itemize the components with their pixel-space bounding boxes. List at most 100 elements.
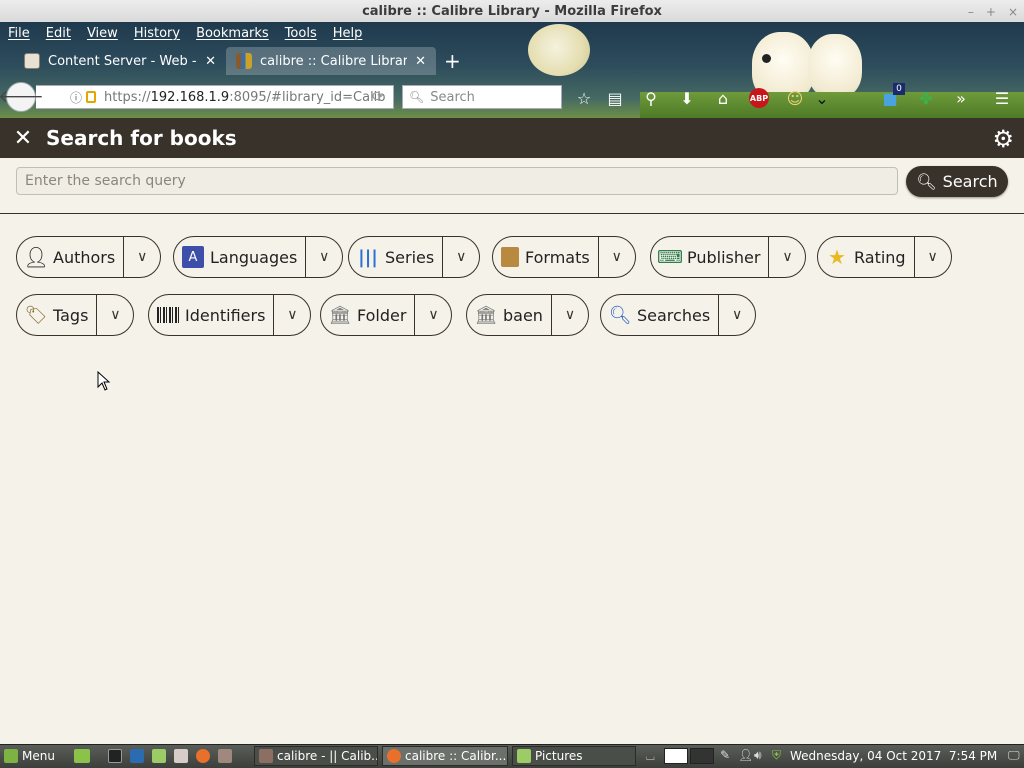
- url-path: :8095/#library_id=Calib: [229, 89, 386, 105]
- calibre-launcher-icon[interactable]: [218, 749, 232, 763]
- menu-history[interactable]: History: [126, 24, 188, 44]
- shield-icon[interactable]: ⛨: [772, 748, 781, 763]
- pen-icon[interactable]: ✎: [720, 748, 730, 762]
- workspace-2[interactable]: [690, 748, 714, 764]
- settings-launcher-icon[interactable]: [130, 749, 144, 763]
- terminal-icon[interactable]: [108, 749, 122, 763]
- files-launcher-icon[interactable]: [152, 749, 166, 763]
- facet-publisher-button[interactable]: ⌨ Publisher: [651, 237, 770, 277]
- clock[interactable]: Wednesday, 04 Oct 2017 7:54 PM: [790, 747, 997, 765]
- user-icon[interactable]: 👤︎: [738, 748, 753, 762]
- facet-tags-button[interactable]: 🏷︎ Tags: [17, 295, 98, 335]
- facet-rating[interactable]: ★ Rating ∨: [817, 236, 952, 278]
- facet-series[interactable]: ||| Series ∨: [348, 236, 481, 278]
- chevron-down-icon[interactable]: ∨: [97, 295, 133, 335]
- tab-content-server[interactable]: Content Server - Web - M ✕: [14, 47, 226, 75]
- text-editor-icon[interactable]: [174, 749, 188, 763]
- url-scheme: https://: [104, 89, 151, 105]
- chevron-down-icon[interactable]: ∨: [274, 295, 310, 335]
- facet-rating-button[interactable]: ★ Rating: [818, 237, 915, 277]
- start-menu-button[interactable]: Menu: [4, 747, 55, 765]
- facet-baen[interactable]: 🏛︎ baen ∨: [466, 294, 589, 336]
- bookmark-star-icon[interactable]: ☆: [574, 88, 594, 108]
- taskbar-window-calibre[interactable]: calibre - || Calib...: [254, 746, 378, 766]
- hamburger-menu-icon[interactable]: ☰: [992, 88, 1012, 108]
- taskbar-window-firefox[interactable]: calibre :: Calibr...: [382, 746, 508, 766]
- taskbar-window-pictures[interactable]: Pictures: [512, 746, 636, 766]
- chevron-down-icon[interactable]: ∨: [552, 295, 588, 335]
- back-button[interactable]: 🡐: [0, 82, 44, 112]
- search-button[interactable]: 🔍︎ Search: [906, 166, 1008, 197]
- settings-gears-icon[interactable]: ⚙: [992, 125, 1014, 153]
- facet-searches[interactable]: 🔍︎ Searches ∨: [600, 294, 757, 336]
- close-tab-icon[interactable]: ✕: [415, 54, 426, 69]
- firefox-launcher-icon[interactable]: [196, 749, 210, 763]
- facet-folder[interactable]: 🏛︎ Folder ∨: [320, 294, 453, 336]
- menu-edit[interactable]: Edit: [38, 24, 79, 44]
- tab-label: Content Server - Web - M: [48, 53, 198, 69]
- home-icon[interactable]: ⌂: [713, 88, 733, 108]
- search-query-input[interactable]: [16, 167, 898, 195]
- chevron-down-icon[interactable]: ∨: [719, 295, 755, 335]
- workspace-1[interactable]: [664, 748, 688, 764]
- close-window-button[interactable]: ×: [1008, 5, 1018, 19]
- insecure-lock-icon[interactable]: [86, 91, 97, 103]
- facet-label: Searches: [637, 305, 711, 325]
- close-search-icon[interactable]: ✕: [0, 126, 46, 151]
- page-title: Search for books: [46, 126, 237, 150]
- facet-tags[interactable]: 🏷︎ Tags ∨: [16, 294, 135, 336]
- volume-icon[interactable]: 🔊︎: [754, 748, 762, 763]
- facet-searches-button[interactable]: 🔍︎ Searches: [601, 295, 720, 335]
- facet-identifiers[interactable]: Identifiers ∨: [148, 294, 312, 336]
- menu-help[interactable]: Help: [325, 24, 371, 44]
- chevron-down-icon[interactable]: ∨: [415, 295, 451, 335]
- adblock-icon[interactable]: ABP: [749, 88, 769, 108]
- menu-view[interactable]: View: [79, 24, 126, 44]
- network-icon[interactable]: 🖵: [1008, 748, 1020, 763]
- facet-languages[interactable]: A Languages ∨: [173, 236, 344, 278]
- greasemonkey-icon[interactable]: ☺: [785, 88, 805, 108]
- magnifier-icon: 🔍︎: [608, 304, 632, 326]
- downloads-icon[interactable]: ⬇: [677, 88, 697, 108]
- menu-file[interactable]: File: [0, 24, 38, 44]
- puzzle-extension-icon[interactable]: ✤: [916, 88, 936, 108]
- chevron-down-icon[interactable]: ∨: [769, 237, 805, 277]
- overflow-chevron-icon[interactable]: »: [951, 88, 971, 108]
- pocket-icon[interactable]: ⌄: [812, 88, 832, 108]
- chevron-down-icon[interactable]: ∨: [599, 237, 635, 277]
- tab-calibre-library[interactable]: calibre :: Calibre Library ✕: [226, 47, 436, 75]
- new-tab-button[interactable]: +: [444, 51, 461, 71]
- chevron-down-icon[interactable]: ∨: [443, 237, 479, 277]
- menu-tools[interactable]: Tools: [277, 24, 325, 44]
- calibre-favicon: [236, 53, 252, 69]
- star-icon: ★: [828, 245, 846, 269]
- minimize-button[interactable]: –: [968, 5, 974, 19]
- reading-list-icon[interactable]: ▤: [605, 88, 625, 108]
- maximize-button[interactable]: +: [986, 5, 996, 19]
- facet-formats-button[interactable]: Formats: [493, 237, 599, 277]
- chevron-down-icon[interactable]: ∨: [306, 237, 342, 277]
- facet-languages-button[interactable]: A Languages: [174, 237, 307, 277]
- menu-bookmarks[interactable]: Bookmarks: [188, 24, 277, 44]
- chevron-down-icon[interactable]: ∨: [915, 237, 951, 277]
- web-search-box[interactable]: 🔍︎ Search: [402, 85, 562, 109]
- address-bar[interactable]: ⓘ https://192.168.1.9:8095/#library_id=C…: [36, 85, 394, 109]
- facet-baen-button[interactable]: 🏛︎ baen: [467, 295, 552, 335]
- facet-formats[interactable]: Formats ∨: [492, 236, 636, 278]
- divider: [0, 213, 1024, 214]
- facet-folder-button[interactable]: 🏛︎ Folder: [321, 295, 416, 335]
- find-icon[interactable]: ⚲: [641, 88, 661, 108]
- adblock-label: ABP: [749, 93, 769, 103]
- facet-publisher[interactable]: ⌨ Publisher ∨: [650, 236, 807, 278]
- chevron-down-icon[interactable]: ∨: [124, 237, 160, 277]
- keyboard-icon[interactable]: ⌴: [646, 750, 655, 764]
- show-desktop-icon[interactable]: [74, 749, 90, 763]
- facet-series-button[interactable]: ||| Series: [349, 237, 444, 277]
- info-icon[interactable]: ⓘ: [70, 89, 82, 106]
- reload-icon[interactable]: ⟳: [372, 89, 384, 105]
- facet-authors-button[interactable]: 👤︎ Authors: [17, 237, 125, 277]
- close-tab-icon[interactable]: ✕: [205, 54, 216, 69]
- series-icon: |||: [358, 246, 378, 268]
- facet-identifiers-button[interactable]: Identifiers: [149, 295, 275, 335]
- facet-authors[interactable]: 👤︎ Authors ∨: [16, 236, 162, 278]
